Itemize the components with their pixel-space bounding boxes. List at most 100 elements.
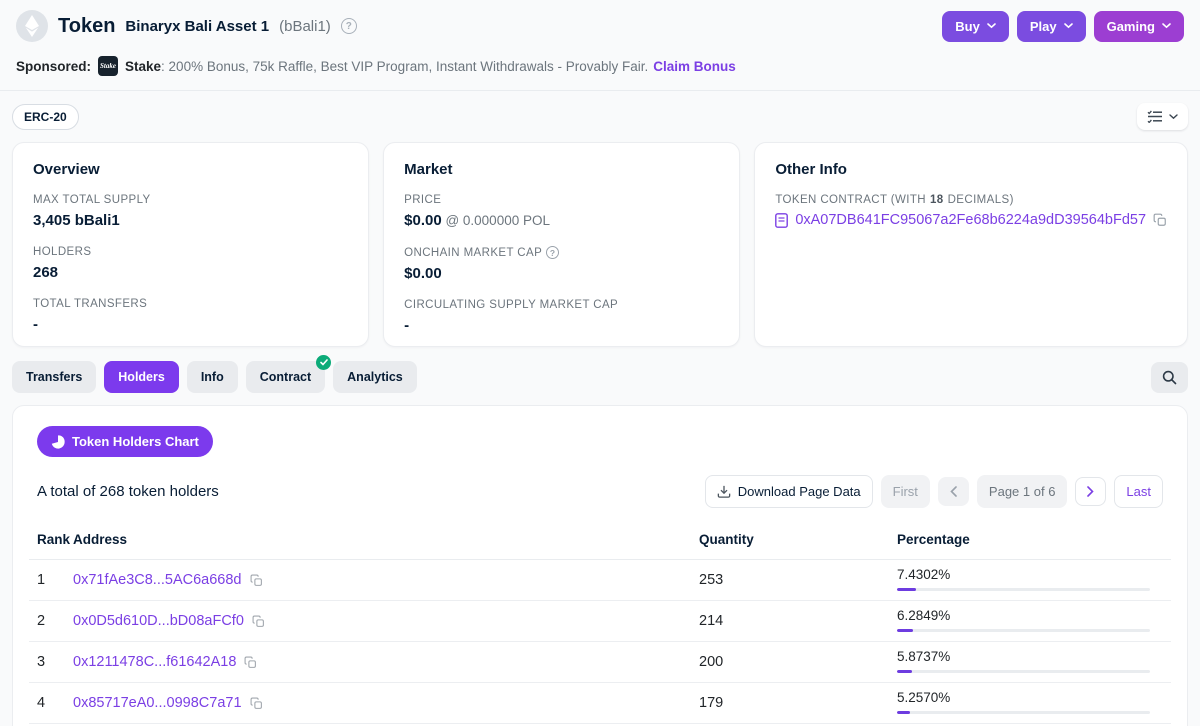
copy-icon [250, 574, 263, 587]
total-holders-text: A total of 268 token holders [37, 483, 219, 500]
copy-address-button[interactable] [252, 615, 265, 628]
holders-panel: Token Holders Chart A total of 268 token… [12, 405, 1188, 726]
tab-label: Analytics [347, 370, 403, 384]
view-options-button[interactable] [1137, 103, 1188, 130]
header-nav-button[interactable]: Play [1017, 11, 1086, 42]
col-rank: Rank [37, 532, 73, 547]
tabs-row: Transfers Holders Info Contract Analytic… [0, 347, 1200, 403]
percentage-bar-track [897, 670, 1150, 673]
token-holders-chart-button[interactable]: Token Holders Chart [37, 426, 213, 457]
token-symbol: (bBali1) [279, 18, 331, 35]
copy-address-button[interactable] [1153, 213, 1167, 227]
percentage-bar-track [897, 588, 1150, 591]
info-icon[interactable]: ? [546, 246, 559, 259]
card-field-label: PRICE [404, 194, 719, 206]
header-nav-button[interactable]: Buy [942, 11, 1009, 42]
table-row: 3 0x1211478C...f61642A18 200 5.8737% [29, 642, 1171, 683]
holders-table-body: 1 0x71fAe3C8...5AC6a668d 253 7.4302% 2 0… [29, 560, 1171, 726]
card-field: ONCHAIN MARKET CAP? $0.00 [404, 246, 719, 282]
tab-holders[interactable]: Holders [104, 361, 179, 393]
card-field-label: MAX TOTAL SUPPLY [33, 194, 348, 206]
sponsored-brand: Stake [125, 59, 161, 74]
price-suffix: @ 0.000000 POL [442, 213, 550, 228]
col-percentage: Percentage [897, 532, 1163, 547]
tab-label: Contract [260, 370, 311, 384]
table-row: 1 0x71fAe3C8...5AC6a668d 253 7.4302% [29, 560, 1171, 601]
tab-label: Info [201, 370, 224, 384]
header-nav-button-label: Buy [955, 19, 980, 34]
eth-diamond-icon [25, 15, 39, 37]
holder-quantity: 179 [699, 695, 897, 711]
header-nav-button-label: Play [1030, 19, 1057, 34]
copy-icon [252, 615, 265, 628]
tab-contract[interactable]: Contract [246, 361, 325, 393]
verified-check-icon [316, 355, 331, 370]
card-field-value: - [404, 317, 719, 334]
header-nav-button-label: Gaming [1107, 19, 1155, 34]
sponsored-bar: Sponsored: Stake Stake: 200% Bonus, 75k … [0, 48, 1200, 91]
token-holders-chart-label: Token Holders Chart [72, 434, 199, 449]
stake-logo-icon: Stake [98, 56, 118, 76]
copy-address-button[interactable] [244, 656, 257, 669]
summary-cards: Overview MAX TOTAL SUPPLY 3,405 bBali1 H… [0, 140, 1200, 347]
header-nav-button[interactable]: Gaming [1094, 11, 1184, 42]
holder-quantity: 214 [699, 613, 897, 629]
chevron-right-icon [1087, 486, 1094, 497]
table-row: 2 0x0D5d610D...bD08aFCf0 214 6.2849% [29, 601, 1171, 642]
holder-address-link[interactable]: 0x1211478C...f61642A18 [73, 654, 236, 670]
card-field-label: HOLDERS [33, 246, 348, 258]
percentage-bar-fill [897, 588, 916, 591]
copy-icon [1153, 213, 1167, 227]
card-field: PRICE $0.00 @ 0.000000 POL [404, 194, 719, 229]
chevron-left-icon [950, 486, 957, 497]
holder-quantity: 200 [699, 654, 897, 670]
pagination-next-button[interactable] [1075, 477, 1106, 506]
holder-percentage: 5.8737% [897, 643, 1163, 681]
search-button[interactable] [1151, 362, 1188, 393]
card-field: TOTAL TRANSFERS - [33, 298, 348, 333]
col-address: Address [73, 532, 699, 547]
holder-address-link[interactable]: 0x71fAe3C8...5AC6a668d [73, 572, 242, 588]
tab-info[interactable]: Info [187, 361, 238, 393]
download-icon [717, 485, 731, 498]
help-icon[interactable]: ? [341, 18, 357, 34]
holder-percentage-text: 5.2570% [897, 690, 1163, 705]
holder-percentage: 6.2849% [897, 602, 1163, 640]
header-nav: Buy Play Gaming [942, 11, 1184, 42]
copy-icon [250, 697, 263, 710]
contract-address-link[interactable]: 0xA07DB641FC95067a2Fe68b6224a9dD39564bFd… [795, 212, 1146, 228]
page-header: Token Binaryx Bali Asset 1 (bBali1) ? Bu… [0, 0, 1200, 48]
tab-transfers[interactable]: Transfers [12, 361, 96, 393]
other-info-card: Other Info TOKEN CONTRACT (WITH 18 DECIM… [754, 142, 1188, 347]
pagination-page-indicator: Page 1 of 6 [977, 475, 1068, 508]
holder-percentage: 7.4302% [897, 561, 1163, 599]
pagination-first-button[interactable]: First [881, 475, 930, 508]
sponsored-label: Sponsored: [16, 59, 91, 74]
sponsored-text: : 200% Bonus, 75k Raffle, Best VIP Progr… [161, 59, 648, 74]
other-info-card-title: Other Info [775, 161, 1167, 178]
holders-table: Rank Address Quantity Percentage 1 0x71f… [29, 524, 1171, 726]
pagination-prev-button[interactable] [938, 477, 969, 506]
copy-address-button[interactable] [250, 574, 263, 587]
download-page-data-button[interactable]: Download Page Data [705, 475, 873, 508]
holder-address-link[interactable]: 0x85717eA0...0998C7a71 [73, 695, 242, 711]
holder-address-link[interactable]: 0x0D5d610D...bD08aFCf0 [73, 613, 244, 629]
claim-bonus-link[interactable]: Claim Bonus [653, 59, 736, 74]
token-name: Binaryx Bali Asset 1 [125, 18, 269, 35]
percentage-bar-track [897, 629, 1150, 632]
holder-percentage: 5.2570% [897, 684, 1163, 722]
table-toolbar: A total of 268 token holders Download Pa… [37, 475, 1163, 508]
copy-address-button[interactable] [250, 697, 263, 710]
chevron-down-icon [1169, 114, 1178, 120]
pagination-last-button[interactable]: Last [1114, 475, 1163, 508]
page-title: Token [58, 15, 115, 38]
chevron-down-icon [1064, 23, 1073, 29]
tab-label: Holders [118, 370, 165, 384]
tab-label: Transfers [26, 370, 82, 384]
tab-analytics[interactable]: Analytics [333, 361, 417, 393]
holder-percentage-text: 6.2849% [897, 608, 1163, 623]
percentage-bar-fill [897, 711, 910, 714]
table-row: 4 0x85717eA0...0998C7a71 179 5.2570% [29, 683, 1171, 724]
overview-card-title: Overview [33, 161, 348, 178]
holder-percentage-text: 5.8737% [897, 649, 1163, 664]
